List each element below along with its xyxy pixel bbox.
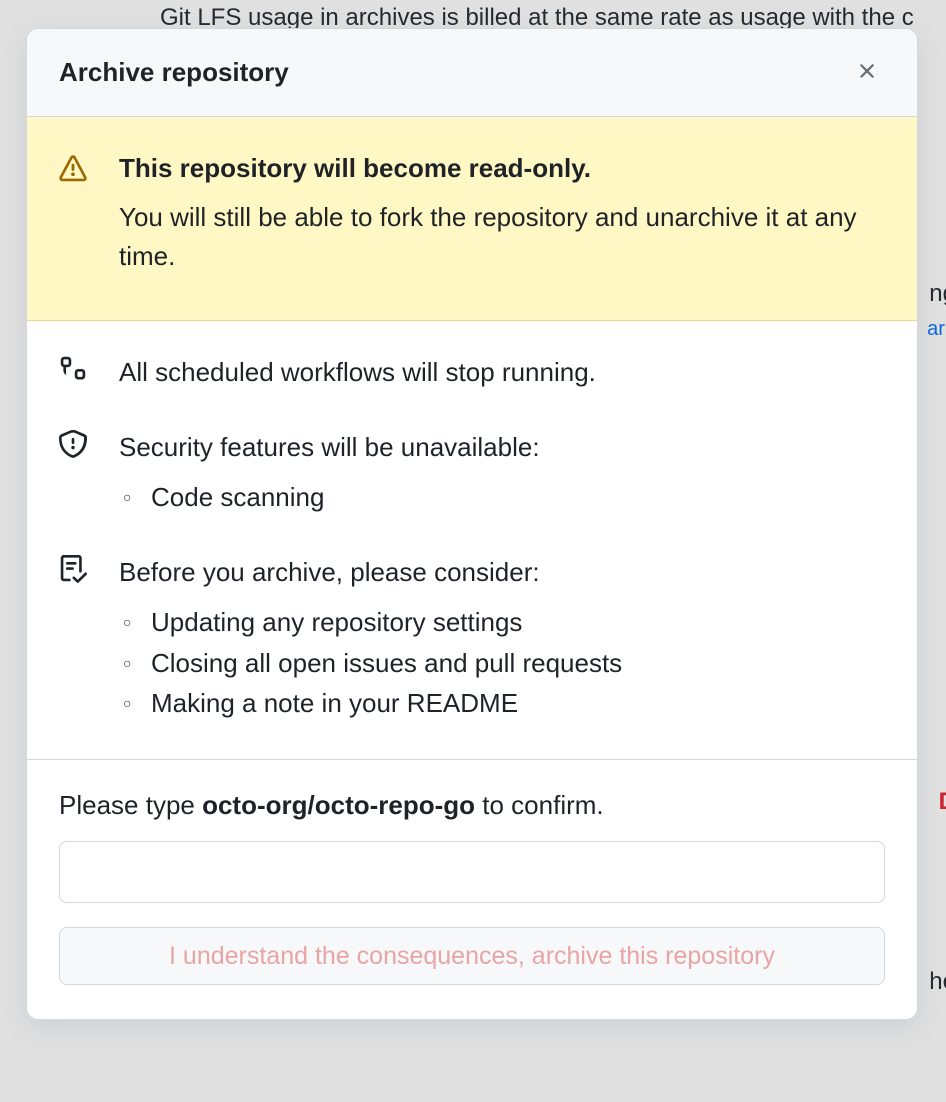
confirm-input[interactable] — [59, 841, 885, 903]
workflow-icon — [59, 355, 87, 388]
info-block: All scheduled workflows will stop runnin… — [27, 321, 917, 760]
shield-icon — [59, 430, 87, 463]
security-title: Security features will be unavailable: — [119, 428, 885, 467]
checklist-icon — [59, 555, 87, 588]
dialog-title: Archive repository — [59, 57, 289, 88]
background-text: ng — [929, 280, 946, 308]
list-item: Updating any repository settings — [119, 602, 885, 642]
background-text: D — [939, 788, 946, 816]
security-row: Security features will be unavailable: C… — [59, 428, 885, 517]
confirm-prefix: Please type — [59, 790, 202, 820]
confirm-repo-name: octo-org/octo-repo-go — [202, 790, 475, 820]
confirm-prompt: Please type octo-org/octo-repo-go to con… — [59, 790, 885, 821]
considerations-row: Before you archive, please consider: Upd… — [59, 553, 885, 723]
workflows-text: All scheduled workflows will stop runnin… — [119, 353, 885, 392]
background-link-fragment: arn — [927, 318, 946, 341]
close-icon — [855, 59, 879, 86]
archive-confirm-button[interactable]: I understand the consequences, archive t… — [59, 927, 885, 985]
security-list: Code scanning — [119, 477, 885, 517]
alert-icon — [59, 155, 87, 188]
list-item: Making a note in your README — [119, 683, 885, 723]
warning-banner: This repository will become read-only. Y… — [27, 117, 917, 321]
confirm-section: Please type octo-org/octo-repo-go to con… — [27, 760, 917, 1019]
considerations-title: Before you archive, please consider: — [119, 553, 885, 592]
close-button[interactable] — [849, 53, 885, 92]
workflows-row: All scheduled workflows will stop runnin… — [59, 353, 885, 392]
confirm-suffix: to confirm. — [475, 790, 604, 820]
warning-title: This repository will become read-only. — [119, 153, 885, 184]
list-item: Code scanning — [119, 477, 885, 517]
dialog-header: Archive repository — [27, 29, 917, 117]
archive-repository-dialog: Archive repository This repository will … — [26, 28, 918, 1020]
warning-description: You will still be able to fork the repos… — [119, 198, 885, 276]
background-text: he — [929, 968, 946, 996]
list-item: Closing all open issues and pull request… — [119, 643, 885, 683]
considerations-list: Updating any repository settings Closing… — [119, 602, 885, 723]
